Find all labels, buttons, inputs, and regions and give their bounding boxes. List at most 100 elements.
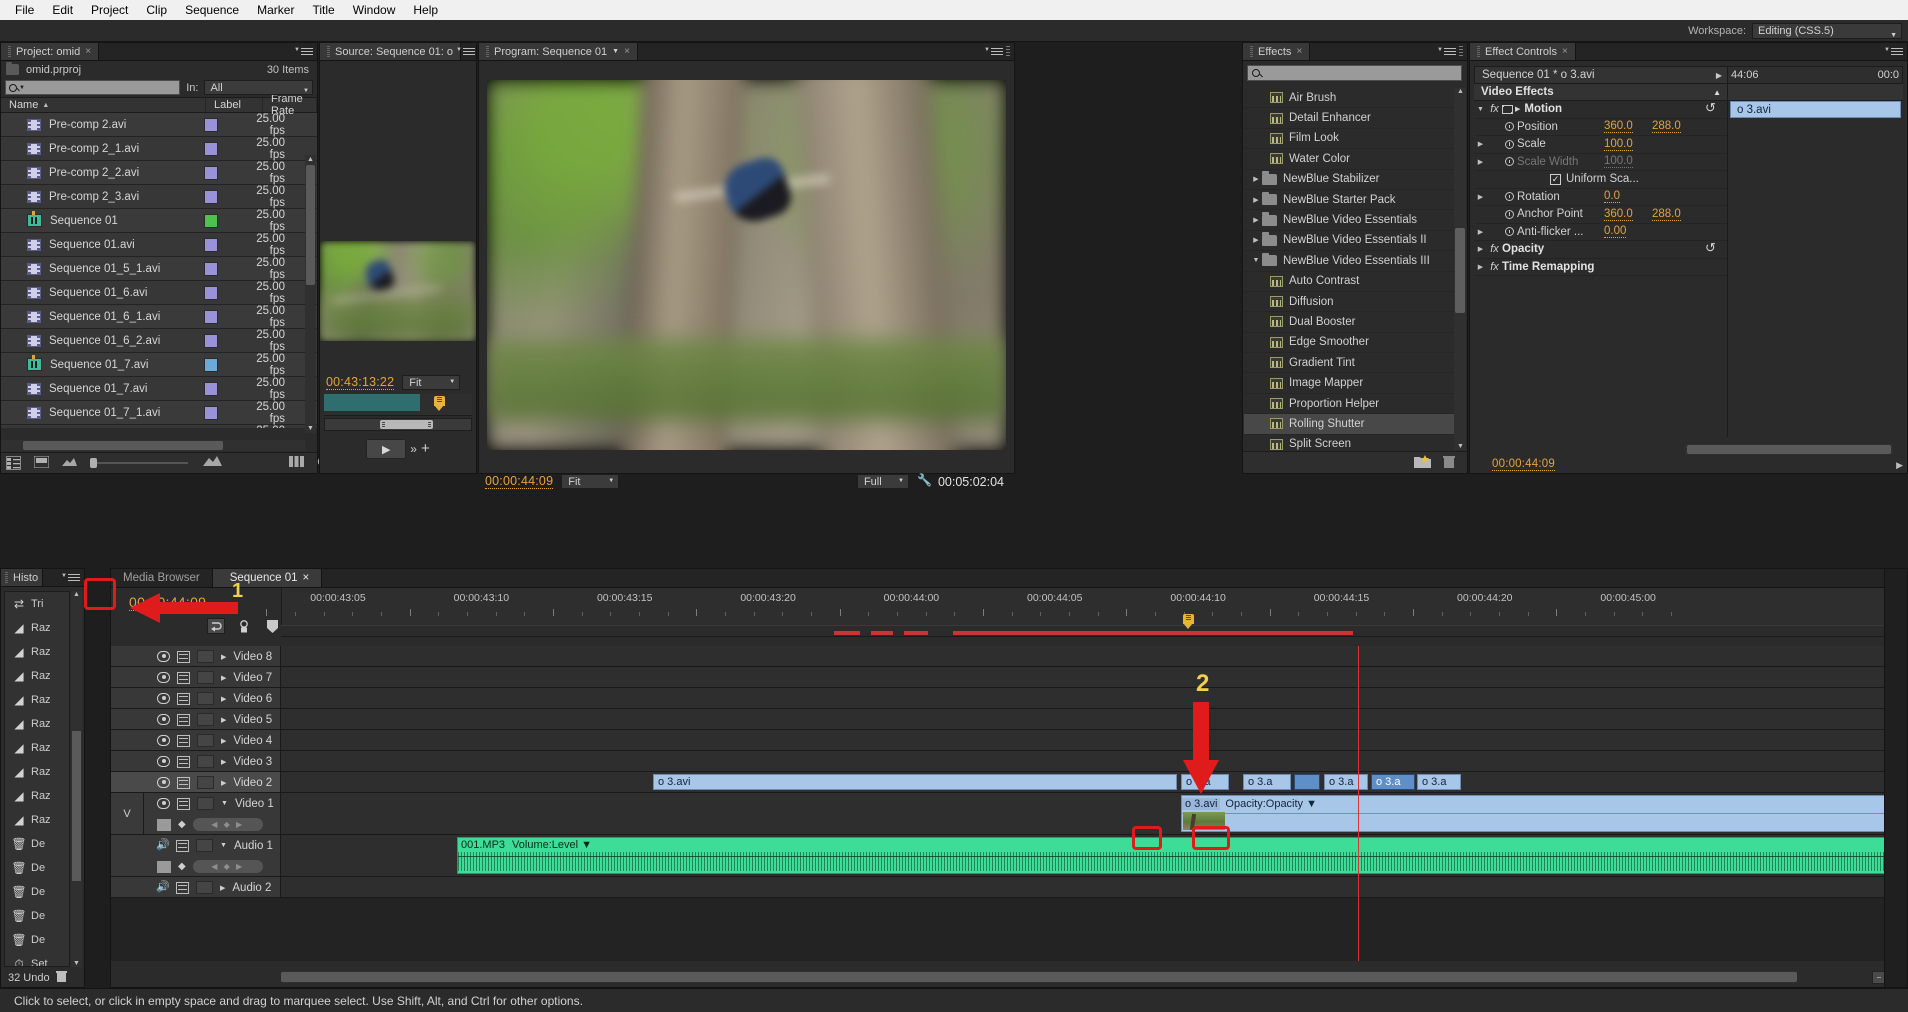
disclosure-triangle-icon[interactable]: ▶ bbox=[1250, 216, 1262, 224]
disclosure-triangle-icon[interactable]: ▶ bbox=[221, 737, 226, 745]
eye-icon[interactable] bbox=[157, 735, 170, 746]
ec-property-row[interactable]: ▶ Scale 100.0 bbox=[1474, 136, 1727, 154]
ec-property-value[interactable]: 0.00 bbox=[1604, 225, 1627, 239]
history-panel-menu[interactable] bbox=[61, 569, 84, 586]
timeline-track[interactable]: ▶ Video 6 bbox=[111, 688, 1893, 709]
track-target-toggle[interactable] bbox=[196, 881, 213, 894]
label-color-swatch[interactable] bbox=[203, 189, 218, 204]
panel-menu-icon[interactable] bbox=[456, 47, 475, 56]
table-row[interactable]: Sequence 01_6_1.avi 25.00 fps bbox=[1, 305, 317, 329]
track-content[interactable] bbox=[281, 646, 1893, 666]
more-button[interactable]: » bbox=[410, 442, 417, 456]
eye-icon[interactable] bbox=[157, 693, 170, 704]
collapse-icon[interactable]: ▲ bbox=[1713, 88, 1727, 97]
project-horizontal-scrollbar[interactable] bbox=[1, 440, 305, 451]
history-item[interactable]: 🗑 De bbox=[5, 928, 69, 952]
label-color-swatch[interactable] bbox=[203, 237, 218, 252]
history-item[interactable]: ◢ Raz bbox=[5, 688, 69, 712]
track-target-toggle[interactable] bbox=[197, 755, 214, 768]
table-row[interactable]: Sequence 01_7.avi 25.00 fps bbox=[1, 377, 317, 401]
history-item[interactable]: 🗑 De bbox=[5, 856, 69, 880]
effects-folder-row[interactable]: ▶ NewBlue Video Essentials II bbox=[1244, 231, 1454, 252]
marker-icon[interactable] bbox=[263, 618, 281, 634]
menu-item-edit[interactable]: Edit bbox=[43, 0, 82, 20]
ec-footer-timecode[interactable]: 00:00:44:09 bbox=[1492, 458, 1555, 471]
stopwatch-icon[interactable] bbox=[1502, 227, 1517, 237]
project-vertical-scrollbar[interactable]: ▲ ▼ bbox=[305, 155, 316, 433]
reset-parameter-icon[interactable] bbox=[1705, 240, 1719, 256]
track-header-video-4[interactable]: ▶ Video 4 bbox=[111, 730, 281, 750]
program-panel-menu[interactable] bbox=[984, 43, 1014, 60]
effects-folder-row[interactable]: ▼ NewBlue Video Essentials III bbox=[1244, 251, 1454, 272]
tab-history[interactable]: Histo bbox=[1, 569, 44, 586]
project-item-label-cell[interactable] bbox=[201, 405, 256, 420]
ec-clip-selector[interactable]: Sequence 01 * o 3.avi ▶ bbox=[1474, 66, 1728, 84]
panel-menu-icon[interactable] bbox=[294, 47, 313, 56]
eye-icon[interactable] bbox=[157, 798, 170, 809]
lock-icon[interactable] bbox=[177, 713, 190, 726]
program-quality-select[interactable]: Full bbox=[856, 474, 909, 489]
tab-program-monitor[interactable]: Program: Sequence 01 ▼ × bbox=[479, 43, 638, 60]
timeline-clip[interactable]: o 3.a bbox=[1324, 774, 1368, 790]
stopwatch-icon[interactable] bbox=[1502, 122, 1517, 132]
menu-item-window[interactable]: Window bbox=[344, 0, 405, 20]
track-content[interactable] bbox=[281, 709, 1893, 729]
close-icon[interactable]: × bbox=[85, 46, 91, 57]
lock-icon[interactable] bbox=[177, 776, 190, 789]
audio-effect-menu[interactable]: Volume:Level ▼ bbox=[512, 839, 592, 851]
zoom-slider[interactable] bbox=[90, 457, 190, 469]
ec-timeline-column[interactable]: o 3.avi bbox=[1728, 84, 1903, 439]
effects-item-row[interactable]: Edge Smoother bbox=[1244, 333, 1454, 354]
source-fit-select[interactable]: Fit bbox=[402, 375, 461, 390]
history-item[interactable]: ◢ Raz bbox=[5, 760, 69, 784]
lock-icon[interactable] bbox=[177, 671, 190, 684]
track-target-toggle[interactable] bbox=[197, 671, 214, 684]
keyframe-display-icon[interactable] bbox=[157, 818, 171, 831]
ec-property-value[interactable]: 360.0 bbox=[1604, 120, 1633, 134]
ec-timeline-ruler[interactable] bbox=[1728, 84, 1903, 101]
track-target-toggle[interactable] bbox=[197, 713, 214, 726]
history-item-list[interactable]: ⇄ Tri ◢ Raz ◢ Raz ◢ Raz ◢ Raz ◢ Raz ◢ Raz ◢ Raz ◢ Raz ◢ Raz… bbox=[4, 591, 70, 967]
track-content[interactable] bbox=[281, 751, 1893, 771]
timeline-clip[interactable]: o 3.a bbox=[1181, 774, 1229, 790]
project-item-label-cell[interactable] bbox=[201, 165, 256, 180]
scroll-down-icon[interactable]: ▼ bbox=[73, 960, 80, 967]
history-item[interactable]: ◢ Raz bbox=[5, 664, 69, 688]
delete-icon[interactable] bbox=[1443, 455, 1455, 471]
project-item-label-cell[interactable] bbox=[201, 261, 256, 276]
track-content[interactable]: o 3.avi Opacity:Opacity ▼ bbox=[281, 793, 1893, 834]
panel-menu-icon[interactable] bbox=[1437, 47, 1456, 56]
disclosure-triangle-icon[interactable]: ▶ bbox=[1474, 228, 1487, 236]
table-row[interactable]: Sequence 01_5_1.avi 25.00 fps bbox=[1, 257, 317, 281]
history-item[interactable]: ◢ Raz bbox=[5, 784, 69, 808]
icon-view-icon[interactable] bbox=[33, 455, 50, 470]
source-playhead[interactable] bbox=[434, 396, 445, 411]
table-row[interactable]: Sequence 01_6.avi 25.00 fps bbox=[1, 281, 317, 305]
stopwatch-icon[interactable] bbox=[1502, 157, 1517, 167]
disclosure-triangle-icon[interactable]: ▶ bbox=[220, 884, 225, 892]
ec-property-value[interactable]: 360.0 bbox=[1604, 208, 1633, 221]
ec-horizontal-scrollbar[interactable] bbox=[1685, 444, 1893, 455]
effects-item-row[interactable]: Gradient Tint bbox=[1244, 353, 1454, 374]
project-item-list[interactable]: Pre-comp 2.avi 25.00 fps Pre-comp 2_1.avi 2… bbox=[1, 113, 317, 428]
tab-sequence-01[interactable]: Sequence 01 × bbox=[211, 569, 323, 587]
timeline-track[interactable]: ▶ Video 4 bbox=[111, 730, 1893, 751]
lock-icon[interactable] bbox=[177, 650, 190, 663]
effects-folder-row[interactable]: ▶ NewBlue Starter Pack bbox=[1244, 190, 1454, 211]
label-color-swatch[interactable] bbox=[203, 117, 218, 132]
timeline-clip[interactable]: o 3.a bbox=[1371, 774, 1415, 790]
zoom-out-icon[interactable] bbox=[62, 456, 77, 470]
track-target-toggle[interactable] bbox=[197, 776, 214, 789]
uniform-scale-checkbox[interactable]: ✓ bbox=[1550, 173, 1561, 185]
opacity-rubber-band[interactable] bbox=[1182, 813, 1892, 814]
ec-property-row[interactable]: ▶ fx Time Remapping bbox=[1474, 259, 1727, 276]
keyframe-nav-control[interactable]: ◀ ◆ ▶ bbox=[192, 860, 263, 873]
history-item[interactable]: ⏱ Set bbox=[5, 952, 69, 967]
timeline-horizontal-scrollbar[interactable] bbox=[281, 971, 1797, 983]
disclosure-triangle-icon[interactable]: ▶ bbox=[1474, 140, 1487, 148]
table-row[interactable]: Sequence 01_8.avi25.00 fps bbox=[1, 425, 317, 428]
close-icon[interactable]: × bbox=[1296, 46, 1302, 57]
timeline-track[interactable]: ▼ Audio 1 ◆ ◀ ◆ ▶ 001.MP3 Volume:Level ▼ bbox=[111, 835, 1893, 877]
add-button[interactable]: + bbox=[421, 441, 430, 456]
menu-item-file[interactable]: File bbox=[6, 0, 43, 20]
